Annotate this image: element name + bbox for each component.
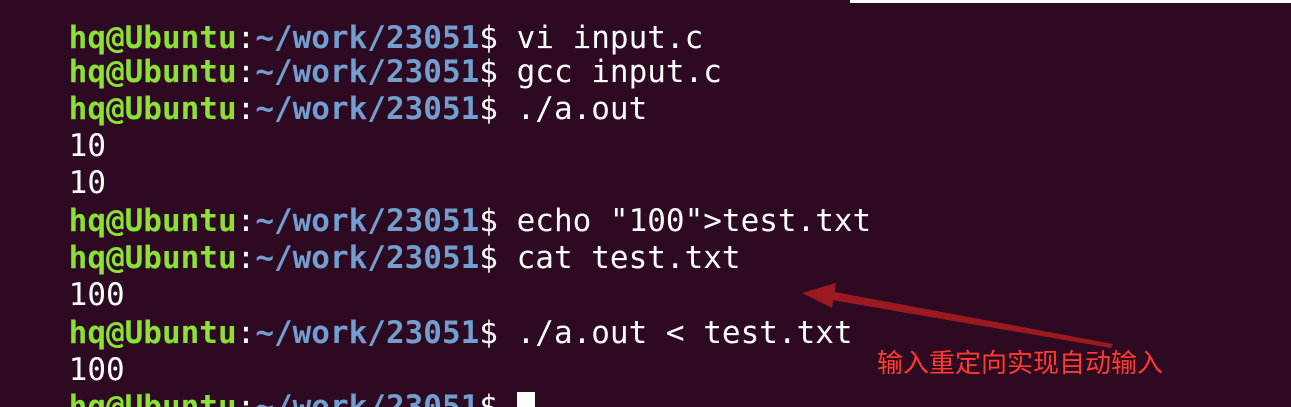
prompt-colon: : [236,91,256,127]
annotation-label: 输入重定向实现自动输入 [877,349,1164,379]
terminal-line-output: 100 [0,313,125,388]
text-cursor[interactable] [516,392,535,407]
prompt-path: ~/work/23051 [255,389,480,407]
window-edge [850,0,1291,3]
terminal-line-prompt: hq@Ubuntu:~/work/23051$ gcc input.c [0,15,722,90]
command-text: ./a.out [497,91,648,127]
terminal-window[interactable]: hq@Ubuntu:~/work/23051$ vi input.c hq@Ub… [0,0,1291,407]
terminal-line-prompt: hq@Ubuntu:~/work/23051$ ./a.out [0,52,648,127]
command-text [498,389,517,407]
terminal-line-output: 100 [0,238,125,313]
prompt-colon: : [236,315,256,351]
command-text: cat test.txt [497,240,741,276]
prompt-dollar: $ [479,91,498,127]
prompt-dollar: $ [479,240,498,276]
terminal-line-prompt[interactable]: hq@Ubuntu:~/work/23051$ [0,350,535,407]
terminal-line-output: 10 [0,89,106,164]
terminal-line-prompt: hq@Ubuntu:~/work/23051$ ./a.out < test.t… [0,276,853,351]
prompt-path: ~/work/23051 [255,91,480,127]
terminal-line-output: 10 [0,126,106,201]
command-text: ./a.out < test.txt [497,315,853,351]
terminal-line-prompt: hq@Ubuntu:~/work/23051$ cat test.txt [0,201,741,276]
prompt-dollar: $ [479,315,498,351]
prompt-path: ~/work/23051 [255,315,480,351]
prompt-colon: : [236,389,256,407]
prompt-user: hq@Ubuntu [68,389,237,407]
terminal-line-prompt: hq@Ubuntu:~/work/23051$ echo "100">test.… [0,164,872,239]
prompt-path: ~/work/23051 [255,240,480,276]
prompt-colon: : [236,240,256,276]
prompt-dollar: $ [479,389,498,407]
